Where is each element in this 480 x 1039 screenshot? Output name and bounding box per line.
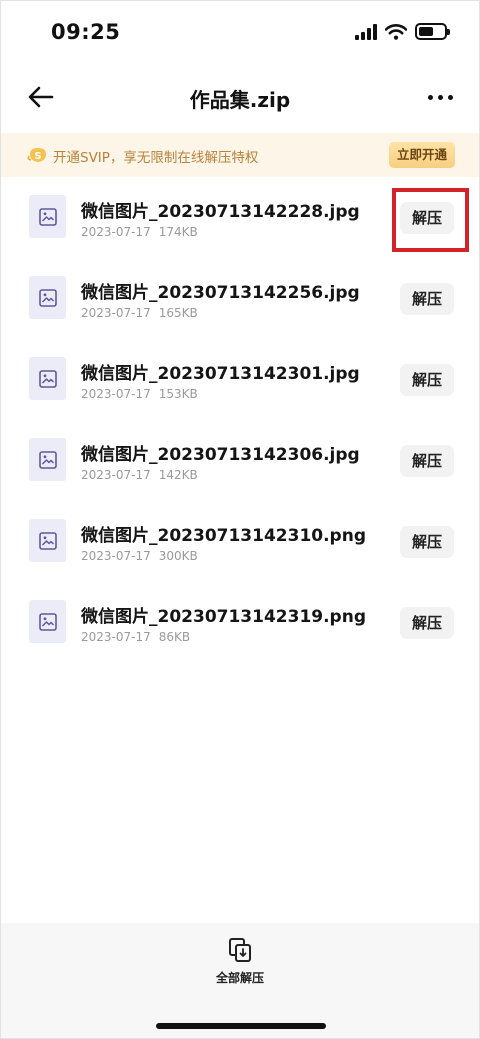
file-meta: 2023-07-17 86KB (81, 630, 190, 644)
file-date: 2023-07-17 (81, 630, 151, 644)
image-file-icon (29, 600, 66, 643)
file-size: 142KB (158, 468, 198, 482)
image-file-icon (29, 195, 66, 238)
vip-promo-text: 开通SVIP，享无限制在线解压特权 (53, 150, 259, 166)
file-date: 2023-07-17 (81, 225, 151, 239)
extract-button[interactable]: 解压 (400, 283, 454, 315)
file-row[interactable]: 微信图片_20230713142256.jpg 2023-07-17 165KB 解压 (1, 258, 479, 339)
file-name: 微信图片_20230713142256.jpg (81, 283, 360, 303)
file-meta: 2023-07-17 174KB (81, 225, 198, 239)
app-screen: 09:25 作品集.zip S 开通SVIP，享无限制在线解压特权 立即开通 微… (0, 0, 480, 1039)
file-size: 174KB (158, 225, 198, 239)
file-row[interactable]: 微信图片_20230713142319.png 2023-07-17 86KB 解压 (1, 582, 479, 663)
file-name: 微信图片_20230713142319.png (81, 607, 366, 627)
image-file-icon (29, 438, 66, 481)
extract-button[interactable]: 解压 (400, 364, 454, 396)
file-meta: 2023-07-17 165KB (81, 306, 198, 320)
file-meta: 2023-07-17 300KB (81, 549, 198, 563)
status-bar: 09:25 (1, 1, 479, 65)
image-file-icon (29, 357, 66, 400)
file-row[interactable]: 微信图片_20230713142310.png 2023-07-17 300KB 解压 (1, 501, 479, 582)
home-indicator[interactable] (156, 1023, 326, 1029)
more-dots-icon[interactable] (425, 87, 455, 107)
page-title: 作品集.zip (189, 88, 291, 112)
file-date: 2023-07-17 (81, 387, 151, 401)
extract-all-button[interactable]: 全部解压 (1, 937, 479, 986)
extract-button[interactable]: 解压 (400, 607, 454, 639)
file-date: 2023-07-17 (81, 306, 151, 320)
file-meta: 2023-07-17 153KB (81, 387, 198, 401)
svip-coin-icon: S (27, 148, 46, 162)
bottom-bar: 全部解压 (1, 923, 479, 1038)
image-file-icon (29, 276, 66, 319)
svg-text:S: S (34, 151, 41, 162)
extract-all-label: 全部解压 (215, 971, 264, 985)
header: 作品集.zip (1, 65, 479, 129)
file-date: 2023-07-17 (81, 549, 151, 563)
extract-all-icon (229, 938, 251, 962)
battery-level (419, 27, 434, 36)
file-size: 165KB (158, 306, 198, 320)
battery-icon (415, 23, 450, 40)
file-date: 2023-07-17 (81, 468, 151, 482)
wifi-icon (385, 23, 407, 40)
vip-open-button[interactable]: 立即开通 (388, 142, 455, 168)
file-row[interactable]: 微信图片_20230713142301.jpg 2023-07-17 153KB 解压 (1, 339, 479, 420)
vip-banner[interactable]: S 开通SVIP，享无限制在线解压特权 立即开通 (1, 133, 479, 177)
file-meta: 2023-07-17 142KB (81, 468, 198, 482)
file-name: 微信图片_20230713142310.png (81, 526, 366, 546)
file-name: 微信图片_20230713142301.jpg (81, 364, 360, 384)
signal-icon (355, 23, 377, 40)
extract-button[interactable]: 解压 (400, 526, 454, 558)
file-size: 153KB (158, 387, 198, 401)
file-name: 微信图片_20230713142228.jpg (81, 202, 360, 222)
file-name: 微信图片_20230713142306.jpg (81, 445, 360, 465)
file-size: 86KB (158, 630, 191, 644)
extract-button[interactable]: 解压 (400, 445, 454, 477)
status-icons (355, 23, 450, 40)
file-size: 300KB (158, 549, 198, 563)
status-time: 09:25 (51, 20, 121, 44)
image-file-icon (29, 519, 66, 562)
highlight-box (392, 188, 469, 252)
file-row[interactable]: 微信图片_20230713142306.jpg 2023-07-17 142KB 解压 (1, 420, 479, 501)
